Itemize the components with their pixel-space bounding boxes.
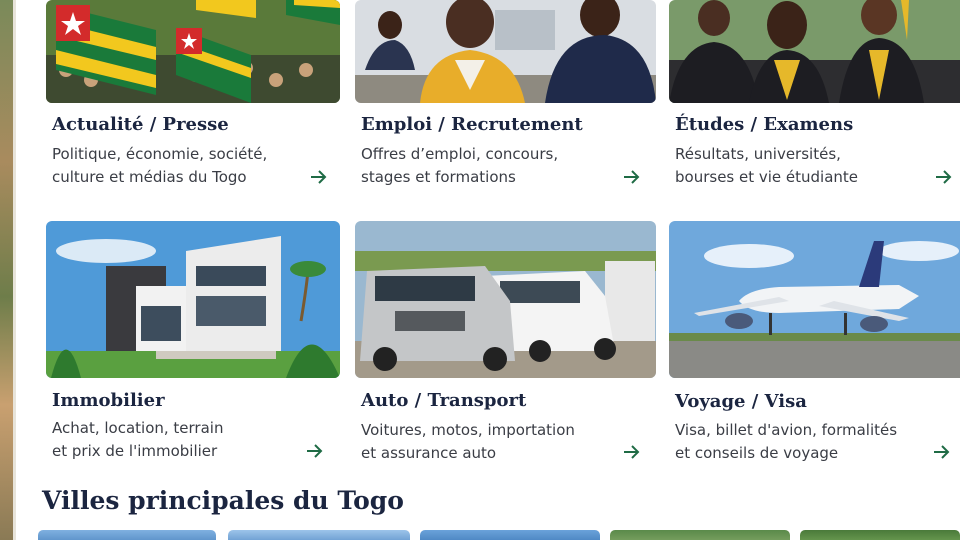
card-image-modern-house <box>46 221 340 378</box>
arrow-right-icon[interactable] <box>306 444 324 458</box>
card-title: Emploi / Recrutement <box>361 114 583 135</box>
card-title: Voyage / Visa <box>675 391 807 412</box>
section-title-cities: Villes principales du Togo <box>42 486 404 515</box>
city-card-thumbnail[interactable] <box>38 530 216 540</box>
card-description: Voitures, motos, importation et assuranc… <box>361 421 575 462</box>
card-title: Études / Examens <box>675 114 854 135</box>
arrow-right-icon[interactable] <box>935 170 953 184</box>
arrow-right-icon[interactable] <box>933 445 951 459</box>
card-description: Politique, économie, société, culture et… <box>52 145 268 186</box>
card-image-togo-flags-crowd <box>46 0 340 103</box>
card-title: Immobilier <box>52 390 165 411</box>
category-card-etudes[interactable]: Études / Examens Résultats, universités,… <box>669 0 960 190</box>
city-card-thumbnail[interactable] <box>610 530 790 540</box>
card-title: Actualité / Presse <box>52 114 229 135</box>
category-card-emploi[interactable]: Emploi / Recrutement Offres d’emploi, co… <box>355 0 656 190</box>
category-card-voyage[interactable]: Voyage / Visa Visa, billet d'avion, form… <box>669 221 960 466</box>
card-image-graduates <box>669 0 960 103</box>
card-title: Auto / Transport <box>361 390 527 411</box>
card-image-airplane <box>669 221 960 378</box>
card-description: Achat, location, terrain et prix de l'im… <box>52 419 224 460</box>
arrow-right-icon[interactable] <box>623 445 641 459</box>
arrow-right-icon[interactable] <box>623 170 641 184</box>
card-description: Résultats, universités, bourses et vie é… <box>675 145 859 186</box>
arrow-right-icon[interactable] <box>310 170 328 184</box>
card-description: Offres d’emploi, concours, stages et for… <box>361 145 559 186</box>
city-card-thumbnail[interactable] <box>420 530 600 540</box>
category-card-actualite[interactable]: Actualité / Presse Politique, économie, … <box>46 0 340 190</box>
card-image-office-professionals <box>355 0 656 103</box>
city-card-thumbnail[interactable] <box>228 530 410 540</box>
category-card-auto[interactable]: Auto / Transport Voitures, motos, import… <box>355 221 656 466</box>
card-description: Visa, billet d'avion, formalités et cons… <box>675 421 898 462</box>
category-card-immobilier[interactable]: Immobilier Achat, location, terrain et p… <box>46 221 340 466</box>
city-card-thumbnail[interactable] <box>800 530 960 540</box>
card-image-cars-lot <box>355 221 656 378</box>
left-background-strip <box>0 0 16 540</box>
